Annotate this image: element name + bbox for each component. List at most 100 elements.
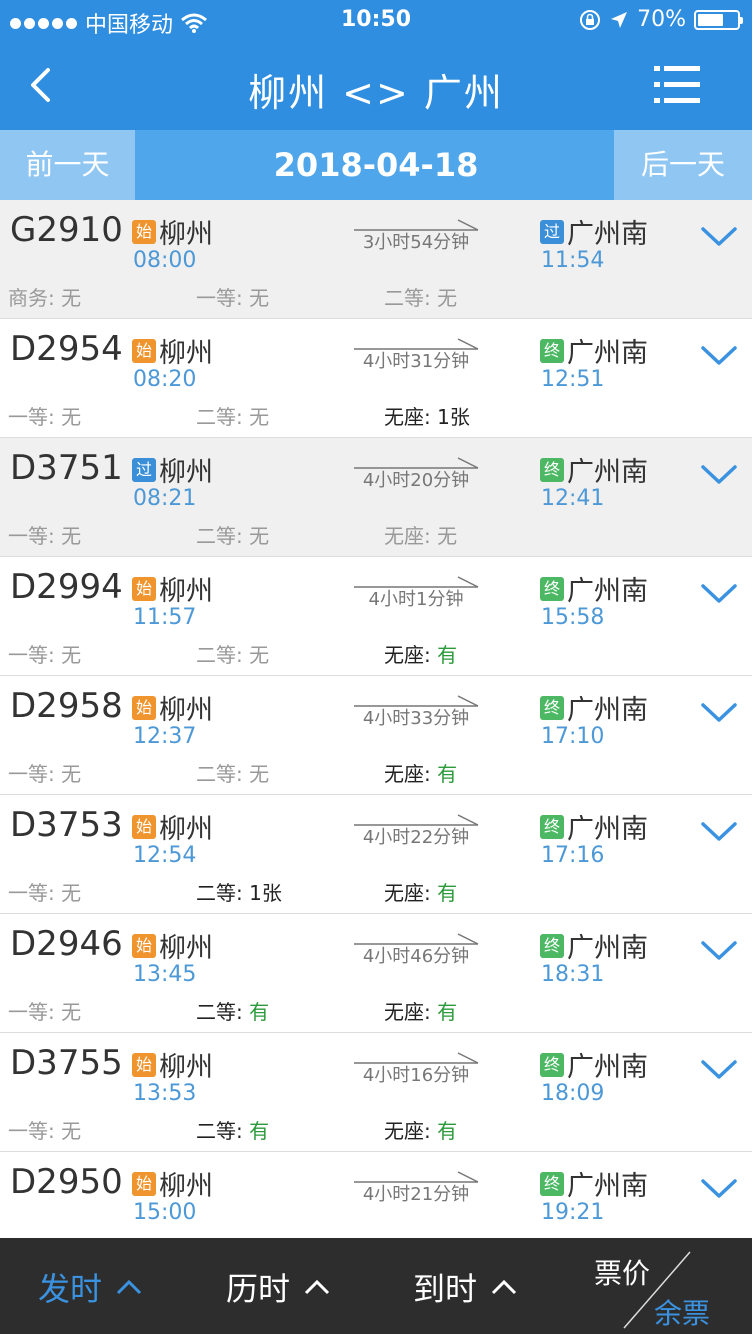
departure-station-name: 柳州	[159, 1052, 213, 1083]
departure-badge: 始	[132, 814, 156, 839]
next-day-button[interactable]: 后一天	[614, 130, 752, 200]
seat-class-label: 一等:	[8, 762, 62, 786]
seat-class-label: 一等:	[8, 1000, 62, 1024]
chevron-down-icon[interactable]	[700, 939, 738, 963]
train-row[interactable]: D3753 始 柳州 12:54 4小时22分钟 终 广州南 17:16 一等:…	[0, 795, 752, 914]
seat-availability: 二等: 1张	[196, 877, 282, 906]
seat-class-label: 二等:	[196, 405, 250, 429]
departure-time: 12:37	[133, 724, 197, 749]
chevron-down-icon[interactable]	[700, 582, 738, 606]
train-number: D2958	[10, 686, 123, 726]
orientation-lock-icon	[580, 9, 601, 30]
departure-station: 始 柳州	[132, 569, 213, 608]
train-row[interactable]: D2954 始 柳州 08:20 4小时31分钟 终 广州南 12:51 一等:…	[0, 319, 752, 438]
page-title: 柳州 <> 广州	[248, 71, 504, 115]
train-row[interactable]: D3755 始 柳州 13:53 4小时16分钟 终 广州南 18:09 一等:…	[0, 1033, 752, 1152]
seat-count-value: 无	[61, 1119, 82, 1143]
arrival-time: 12:41	[541, 486, 605, 511]
seat-class-label: 无座:	[384, 1000, 438, 1024]
departure-time: 08:21	[133, 486, 197, 511]
seat-availability: 二等: 无	[384, 282, 457, 311]
departure-station-name: 柳州	[159, 338, 213, 369]
departure-station-name: 柳州	[159, 695, 213, 726]
seat-availability: 商务: 无	[8, 282, 81, 311]
arrival-station-name: 广州南	[567, 338, 648, 369]
arrival-station-name: 广州南	[567, 457, 648, 488]
chevron-down-icon[interactable]	[700, 820, 738, 844]
seat-class-label: 无座:	[384, 1119, 438, 1143]
train-number: D2946	[10, 924, 123, 964]
departure-badge: 始	[132, 1052, 156, 1077]
seat-availability: 一等: 无	[8, 401, 81, 430]
seat-class-label: 一等:	[8, 643, 62, 667]
departure-badge: 始	[132, 695, 156, 720]
seat-class-label: 二等:	[196, 524, 250, 548]
sort-depart-label: 发时	[38, 1270, 103, 1308]
arrival-time: 11:54	[541, 248, 605, 273]
seat-count-value: 无	[61, 524, 82, 548]
arrival-station: 终 广州南	[540, 1164, 648, 1203]
seat-availability: 二等: 有	[196, 1115, 269, 1144]
arrival-time: 12:51	[541, 367, 605, 392]
arrival-badge: 终	[540, 1171, 564, 1196]
caret-up-icon	[116, 1279, 142, 1295]
train-row[interactable]: D2946 始 柳州 13:45 4小时46分钟 终 广州南 18:31 一等:…	[0, 914, 752, 1033]
arrival-station: 过 广州南	[540, 212, 648, 251]
chevron-down-icon[interactable]	[700, 344, 738, 368]
departure-badge: 过	[132, 457, 156, 482]
travel-duration: 3小时54分钟	[362, 232, 470, 253]
price-remaining-toggle[interactable]: 票价 余票	[594, 1248, 724, 1330]
price-label: 票价	[594, 1257, 651, 1290]
list-menu-icon[interactable]	[654, 64, 700, 106]
train-row[interactable]: D2958 始 柳州 12:37 4小时33分钟 终 广州南 17:10 一等:…	[0, 676, 752, 795]
train-row[interactable]: D2994 始 柳州 11:57 4小时1分钟 终 广州南 15:58 一等: …	[0, 557, 752, 676]
seat-count-value: 无	[437, 524, 458, 548]
seat-class-label: 二等:	[384, 286, 438, 310]
arrival-station: 终 广州南	[540, 688, 648, 727]
departure-station-name: 柳州	[159, 219, 213, 250]
seat-class-label: 无座:	[384, 762, 438, 786]
seat-class-label: 一等:	[8, 524, 62, 548]
departure-station-name: 柳州	[159, 1171, 213, 1202]
seat-availability: 无座: 有	[384, 758, 457, 787]
seat-count-value: 1张	[249, 881, 282, 905]
departure-time: 08:20	[133, 367, 197, 392]
arrival-station-name: 广州南	[567, 933, 648, 964]
seat-availability: 一等: 无	[8, 996, 81, 1025]
seat-availability: 一等: 无	[8, 520, 81, 549]
seat-class-label: 一等:	[8, 881, 62, 905]
arrival-station: 终 广州南	[540, 569, 648, 608]
train-row[interactable]: D2950 始 柳州 15:00 4小时21分钟 终 广州南 19:21 一等:…	[0, 1152, 752, 1238]
seat-class-label: 无座:	[384, 881, 438, 905]
seat-class-label: 一等:	[8, 405, 62, 429]
train-number: D2994	[10, 567, 123, 607]
sort-depart-tab[interactable]: 发时	[38, 1264, 142, 1310]
seat-availability: 二等: 无	[196, 401, 269, 430]
departure-station: 过 柳州	[132, 450, 213, 489]
seat-count-value: 无	[61, 405, 82, 429]
travel-duration: 4小时46分钟	[362, 946, 470, 967]
seat-count-value: 有	[437, 881, 458, 905]
train-list[interactable]: G2910 始 柳州 08:00 3小时54分钟 过 广州南 11:54 商务:…	[0, 200, 752, 1238]
arrival-badge: 终	[540, 457, 564, 482]
status-bar: 中国移动 10:50 70%	[0, 0, 752, 40]
chevron-down-icon[interactable]	[700, 701, 738, 725]
departure-badge: 始	[132, 338, 156, 363]
train-row[interactable]: G2910 始 柳州 08:00 3小时54分钟 过 广州南 11:54 商务:…	[0, 200, 752, 319]
seat-count-value: 1张	[437, 405, 470, 429]
chevron-down-icon[interactable]	[700, 463, 738, 487]
seat-class-label: 无座:	[384, 643, 438, 667]
sort-duration-tab[interactable]: 历时	[226, 1264, 330, 1310]
train-row[interactable]: D3751 过 柳州 08:21 4小时20分钟 终 广州南 12:41 一等:…	[0, 438, 752, 557]
seat-availability: 无座: 有	[384, 1115, 457, 1144]
chevron-down-icon[interactable]	[700, 225, 738, 249]
chevron-down-icon[interactable]	[700, 1058, 738, 1082]
chevron-down-icon[interactable]	[700, 1177, 738, 1201]
departure-time: 15:00	[133, 1200, 197, 1225]
seat-count-value: 有	[437, 1119, 458, 1143]
location-icon	[611, 11, 628, 28]
seat-class-label: 二等:	[196, 1119, 250, 1143]
seat-availability: 无座: 无	[384, 520, 457, 549]
caret-up-icon	[304, 1279, 330, 1295]
sort-arrive-tab[interactable]: 到时	[413, 1264, 517, 1310]
